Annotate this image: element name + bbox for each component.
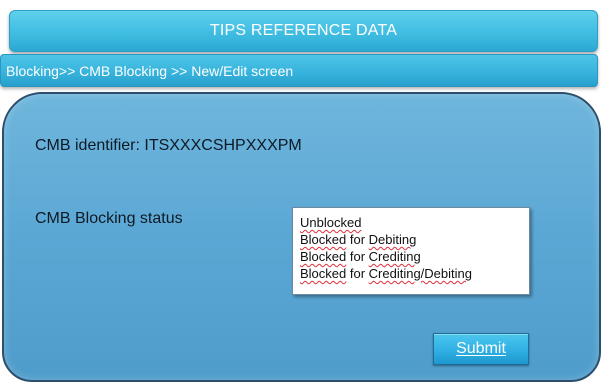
status-option-unblocked[interactable]: Unblocked	[300, 214, 529, 231]
status-option-target: Crediting/Debiting	[368, 266, 472, 281]
status-option-connector: for	[346, 249, 369, 264]
status-option-word: Blocked	[300, 266, 347, 281]
breadcrumb: Blocking>> CMB Blocking >> New/Edit scre…	[0, 54, 598, 87]
page-title: TIPS REFERENCE DATA	[209, 22, 398, 39]
status-option-target: Crediting	[368, 249, 421, 264]
title-bar: TIPS REFERENCE DATA	[9, 10, 598, 52]
status-option-blocked-crediting-debiting[interactable]: Blocked for Crediting/Debiting	[300, 265, 529, 282]
screen: TIPS REFERENCE DATA Blocking>> CMB Block…	[0, 0, 601, 383]
status-option-word: Blocked	[300, 249, 347, 264]
status-option-target: Debiting	[368, 232, 417, 247]
status-option-connector: for	[346, 266, 369, 281]
status-option-word: Blocked	[300, 232, 347, 247]
blocking-status-label: CMB Blocking status	[35, 210, 183, 227]
breadcrumb-text: Blocking>> CMB Blocking >> New/Edit scre…	[6, 62, 294, 79]
cmb-identifier: CMB identifier: ITSXXXCSHPXXXPM	[35, 137, 302, 154]
submit-button[interactable]: Submit	[433, 333, 529, 365]
blocking-status-list[interactable]: Unblocked Blocked for Debiting Blocked f…	[292, 207, 530, 295]
status-option-word: Unblocked	[300, 215, 362, 230]
status-option-connector: for	[346, 232, 369, 247]
status-option-blocked-crediting[interactable]: Blocked for Crediting	[300, 248, 529, 265]
status-option-blocked-debiting[interactable]: Blocked for Debiting	[300, 231, 529, 248]
